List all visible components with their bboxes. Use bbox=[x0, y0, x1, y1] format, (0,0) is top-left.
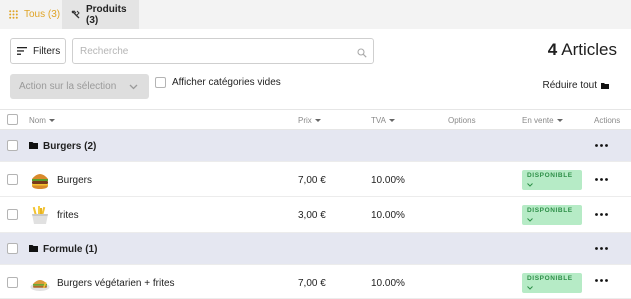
bulk-action-select[interactable]: Action sur la sélection bbox=[10, 74, 149, 99]
article-count-number: 4 bbox=[547, 40, 558, 59]
grid-icon bbox=[9, 10, 18, 19]
product-name[interactable]: Burgers végétarien + frites bbox=[57, 278, 175, 289]
category-label: Formule (1) bbox=[43, 244, 98, 255]
header-actions-label: Actions bbox=[594, 116, 621, 125]
more-actions-icon[interactable] bbox=[595, 178, 608, 181]
table-header: Nom Prix TVA Options En vente Actions bbox=[0, 109, 631, 130]
chevron-down-icon bbox=[527, 285, 533, 292]
header-name-label: Nom bbox=[29, 116, 46, 125]
header-tva[interactable]: TVA bbox=[371, 116, 395, 125]
article-count-label: Articles bbox=[561, 40, 617, 59]
show-empty-checkbox[interactable] bbox=[155, 77, 166, 88]
product-tva: 10.00% bbox=[371, 210, 405, 221]
tab-all[interactable]: Tous (3) bbox=[0, 0, 62, 29]
product-name[interactable]: frites bbox=[57, 210, 79, 221]
status-badge-label: DISPONIBLE bbox=[527, 275, 573, 282]
header-price-label: Prix bbox=[298, 116, 312, 125]
category-label: Burgers (2) bbox=[43, 141, 97, 152]
filters-label: Filters bbox=[33, 45, 61, 57]
table-row[interactable]: frites 3,00 € 10.00% DISPONIBLE bbox=[0, 197, 631, 233]
status-badge-label: DISPONIBLE bbox=[527, 207, 573, 214]
status-badge[interactable]: DISPONIBLE bbox=[522, 170, 582, 190]
bulk-action-label: Action sur la sélection bbox=[19, 81, 117, 92]
header-on-sale-label: En vente bbox=[522, 116, 554, 125]
header-options-label: Options bbox=[448, 116, 476, 125]
more-actions-icon[interactable] bbox=[595, 279, 608, 282]
chevron-down-icon bbox=[527, 182, 533, 189]
status-badge[interactable]: DISPONIBLE bbox=[522, 205, 582, 225]
fries-thumbnail-icon bbox=[30, 205, 50, 225]
filters-button[interactable]: Filters bbox=[10, 38, 66, 64]
table-row[interactable]: Burgers 7,00 € 10.00% DISPONIBLE bbox=[0, 162, 631, 197]
status-badge[interactable]: DISPONIBLE bbox=[522, 273, 582, 293]
filter-lines-icon bbox=[17, 47, 27, 55]
veggie-burger-thumbnail-icon bbox=[30, 273, 50, 293]
folder-icon bbox=[29, 141, 38, 149]
header-name[interactable]: Nom bbox=[29, 116, 55, 125]
chevron-down-icon bbox=[129, 82, 138, 93]
table-row[interactable]: Burgers végétarien + frites 7,00 € 10.00… bbox=[0, 265, 631, 299]
tab-all-label: Tous (3) bbox=[24, 9, 61, 20]
more-actions-icon[interactable] bbox=[595, 213, 608, 216]
tab-products-label: Produits (3) bbox=[86, 3, 127, 26]
folder-icon bbox=[29, 244, 38, 252]
row-checkbox[interactable] bbox=[7, 209, 18, 220]
tab-bar: Tous (3) Produits (3) bbox=[0, 0, 631, 29]
collapse-all-label: Réduire tout bbox=[542, 80, 597, 91]
show-empty-label: Afficher catégories vides bbox=[172, 77, 281, 88]
utensils-icon bbox=[71, 10, 80, 19]
tab-products[interactable]: Produits (3) bbox=[62, 0, 139, 29]
header-price[interactable]: Prix bbox=[298, 116, 321, 125]
folder-icon bbox=[601, 82, 609, 89]
search-box bbox=[72, 38, 374, 64]
category-row[interactable]: Formule (1) bbox=[0, 233, 631, 265]
product-price: 3,00 € bbox=[298, 210, 326, 221]
chevron-down-icon bbox=[527, 217, 533, 224]
status-badge-label: DISPONIBLE bbox=[527, 172, 573, 179]
sort-caret-icon bbox=[556, 119, 563, 122]
more-actions-icon[interactable] bbox=[595, 247, 608, 250]
row-checkbox[interactable] bbox=[7, 174, 18, 185]
row-checkbox[interactable] bbox=[7, 140, 18, 151]
product-price: 7,00 € bbox=[298, 278, 326, 289]
sort-caret-icon bbox=[388, 119, 395, 122]
burger-thumbnail-icon bbox=[30, 170, 50, 190]
sort-caret-icon bbox=[314, 119, 321, 122]
sort-caret-icon bbox=[48, 119, 55, 122]
more-actions-icon[interactable] bbox=[595, 144, 608, 147]
row-checkbox[interactable] bbox=[7, 243, 18, 254]
search-input[interactable] bbox=[73, 39, 353, 63]
product-name[interactable]: Burgers bbox=[57, 175, 92, 186]
header-tva-label: TVA bbox=[371, 116, 386, 125]
show-empty-categories: Afficher catégories vides bbox=[155, 77, 281, 88]
search-icon[interactable] bbox=[357, 45, 367, 63]
collapse-all-button[interactable]: Réduire tout bbox=[543, 80, 609, 91]
category-row[interactable]: Burgers (2) bbox=[0, 130, 631, 162]
product-tva: 10.00% bbox=[371, 175, 405, 186]
header-actions: Actions bbox=[594, 116, 620, 125]
article-count: 4 Articles bbox=[548, 40, 617, 60]
header-options: Options bbox=[448, 116, 476, 125]
product-tva: 10.00% bbox=[371, 278, 405, 289]
product-price: 7,00 € bbox=[298, 175, 326, 186]
select-all-checkbox[interactable] bbox=[7, 114, 18, 125]
header-on-sale[interactable]: En vente bbox=[522, 116, 563, 125]
row-checkbox[interactable] bbox=[7, 277, 18, 288]
